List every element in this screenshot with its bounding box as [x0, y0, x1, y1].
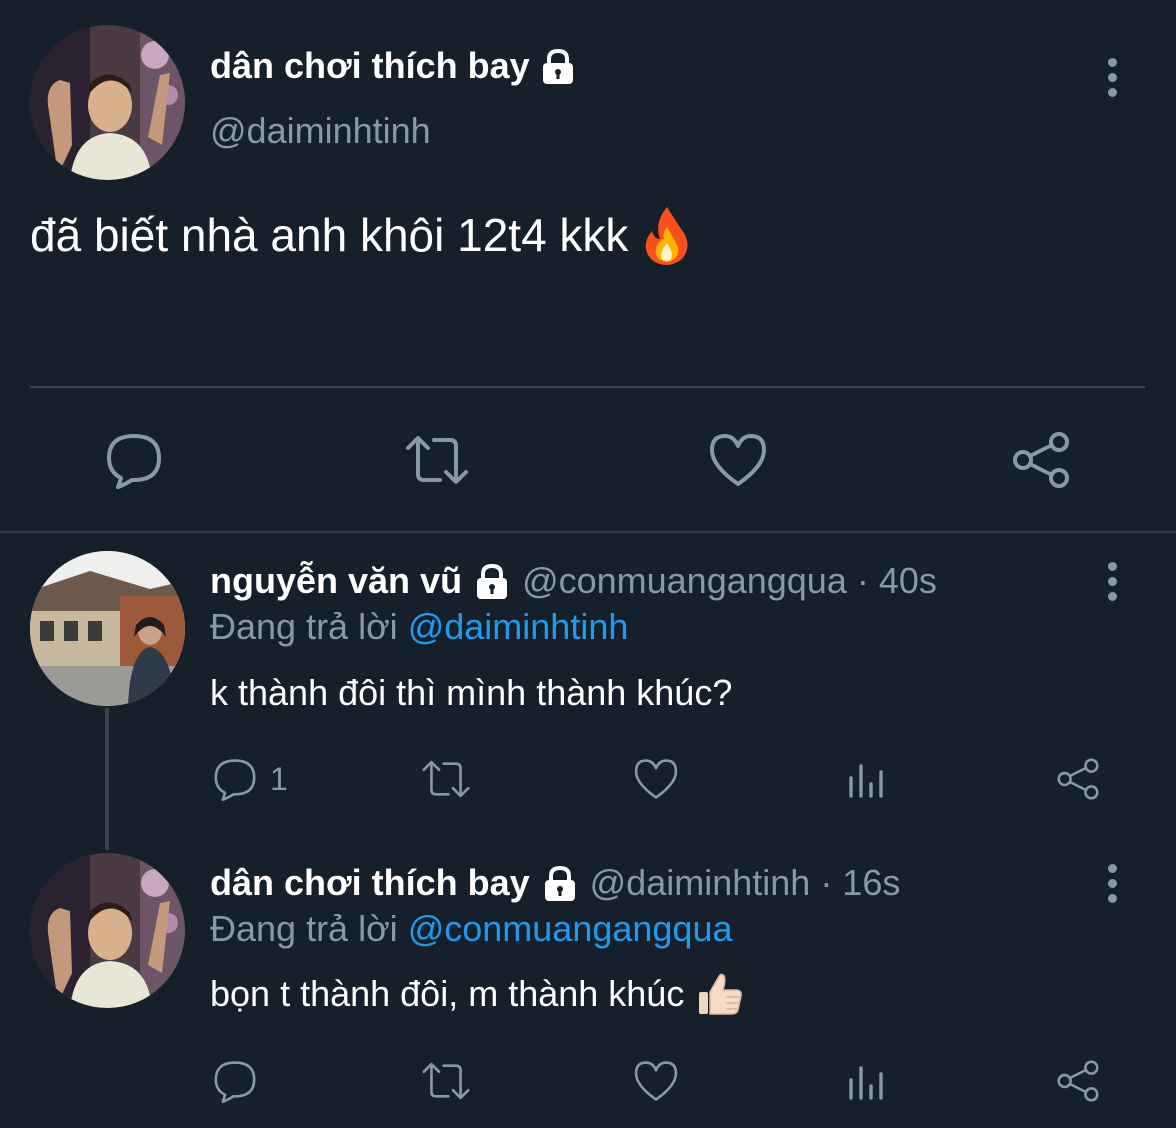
- replying-label: Đang trả lời: [210, 606, 398, 647]
- analytics-button[interactable]: [845, 1058, 891, 1109]
- replying-to: Đang trả lời @conmuangangqua: [210, 908, 733, 950]
- tweet-text: đã biết nhà anh khôi 12t4 kkk: [30, 205, 692, 265]
- share-button[interactable]: [1055, 1058, 1101, 1109]
- more-options-icon[interactable]: [1104, 562, 1120, 601]
- share-icon: [1057, 758, 1099, 800]
- heart-icon: [710, 434, 766, 486]
- retweet-icon: [406, 436, 468, 484]
- replying-to-link[interactable]: @daiminhtinh: [408, 606, 629, 647]
- reply-text: k thành đôi thì mình thành khúc?: [210, 672, 732, 714]
- replying-to: Đang trả lời @daiminhtinh: [210, 606, 628, 648]
- handle[interactable]: @daiminhtinh: [590, 862, 811, 904]
- heart-icon: [634, 1061, 678, 1101]
- fire-emoji-icon: [646, 207, 688, 265]
- like-button[interactable]: [633, 1058, 679, 1109]
- analytics-icon: [849, 1066, 883, 1100]
- divider: [30, 386, 1145, 388]
- reply-body: k thành đôi thì mình thành khúc?: [210, 672, 733, 713]
- retweet-icon: [422, 1062, 470, 1100]
- reply-header: dân chơi thích bay @daiminhtinh · 16s: [210, 862, 900, 904]
- share-button[interactable]: [1055, 756, 1101, 807]
- reply-button[interactable]: [104, 430, 164, 495]
- avatar-conmuangangqua[interactable]: [30, 551, 185, 706]
- reply-body: bọn t thành đôi, m thành khúc: [210, 973, 685, 1014]
- reply-header: nguyễn văn vũ @conmuangangqua · 40s: [210, 560, 937, 602]
- retweet-icon: [422, 760, 470, 798]
- retweet-button[interactable]: [420, 1058, 472, 1109]
- reply-button[interactable]: [212, 1058, 258, 1109]
- replying-to-link[interactable]: @conmuangangqua: [408, 908, 733, 949]
- thread-line: [105, 708, 109, 850]
- timestamp[interactable]: · 16s: [820, 862, 900, 904]
- reply-count: 1: [270, 760, 288, 797]
- share-button[interactable]: [1010, 430, 1072, 495]
- display-name[interactable]: dân chơi thích bay: [210, 862, 530, 904]
- reply-button[interactable]: 1: [212, 756, 288, 802]
- timestamp[interactable]: · 40s: [857, 560, 937, 602]
- retweet-button[interactable]: [404, 430, 470, 495]
- display-name[interactable]: dân chơi thích bay: [210, 45, 578, 87]
- heart-icon: [634, 759, 678, 799]
- handle[interactable]: @daiminhtinh: [210, 110, 431, 152]
- lock-icon: [477, 563, 508, 599]
- reply-text: bọn t thành đôi, m thành khúc: [210, 970, 744, 1018]
- more-options-icon[interactable]: [1104, 58, 1120, 97]
- like-button[interactable]: [708, 430, 768, 495]
- retweet-button[interactable]: [420, 756, 472, 807]
- more-options-icon[interactable]: [1104, 864, 1120, 903]
- analytics-button[interactable]: [845, 756, 891, 807]
- display-name-text: dân chơi thích bay: [210, 45, 530, 86]
- share-icon: [1013, 432, 1069, 488]
- display-name[interactable]: nguyễn văn vũ: [210, 560, 462, 602]
- avatar-image: [30, 25, 185, 180]
- reply-icon: [214, 759, 256, 802]
- thumbs-up-emoji-icon: [699, 973, 743, 1015]
- reply-icon: [107, 434, 161, 489]
- avatar-daiminhtinh[interactable]: [30, 25, 185, 180]
- lock-icon: [542, 48, 573, 84]
- avatar-daiminhtinh[interactable]: [30, 853, 185, 1008]
- avatar-image: [30, 551, 185, 706]
- tweet-body: đã biết nhà anh khôi 12t4 kkk: [30, 209, 629, 261]
- analytics-icon: [849, 764, 883, 798]
- section-separator: [0, 531, 1176, 533]
- reply-icon: [214, 1061, 256, 1104]
- replying-label: Đang trả lời: [210, 908, 398, 949]
- share-icon: [1057, 1060, 1099, 1102]
- avatar-image: [30, 853, 185, 1008]
- like-button[interactable]: [633, 756, 679, 807]
- handle[interactable]: @conmuangangqua: [522, 560, 847, 602]
- lock-icon: [544, 865, 575, 901]
